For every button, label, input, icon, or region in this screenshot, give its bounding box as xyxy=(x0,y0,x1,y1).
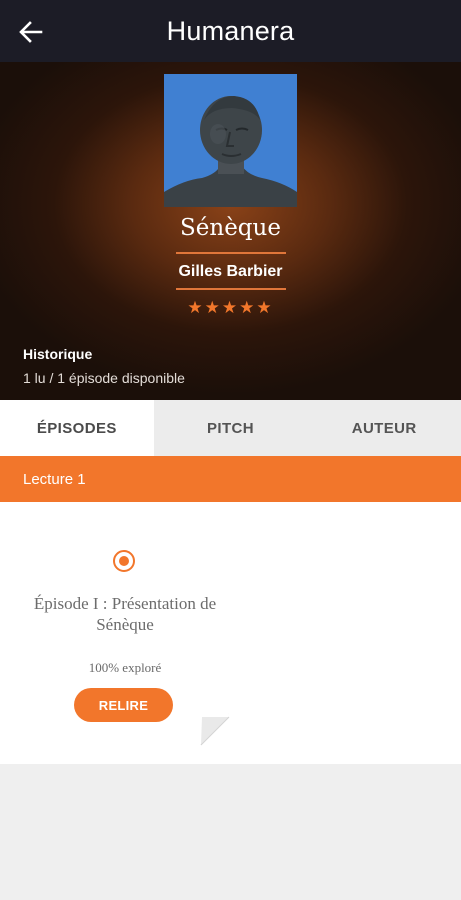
episode-card[interactable]: Épisode I : Présentation de Sénèque 100%… xyxy=(21,517,229,745)
app-bar: Humanera xyxy=(0,0,461,62)
page-fold-icon xyxy=(200,716,230,746)
episode-title: Épisode I : Présentation de Sénèque xyxy=(33,594,217,634)
rating-stars: ★★★★★ xyxy=(187,298,274,317)
history-value: 1 lu / 1 épisode disponible xyxy=(23,370,185,386)
title-divider xyxy=(176,252,286,254)
book-author: Gilles Barbier xyxy=(178,263,283,280)
book-cover-image xyxy=(164,74,297,207)
book-header: Sénèque Gilles Barbier ★★★★★ Historique … xyxy=(0,62,461,400)
section-label: Lecture 1 xyxy=(23,470,86,488)
tab-pitch[interactable]: PITCH xyxy=(154,400,308,456)
relire-button[interactable]: RELIRE xyxy=(74,688,173,722)
history-label: Historique xyxy=(23,346,93,362)
episode-status-icon xyxy=(113,550,135,572)
tab-episodes[interactable]: ÉPISODES xyxy=(0,400,154,456)
arrow-left-icon xyxy=(19,21,43,43)
book-title: Sénèque xyxy=(180,215,281,241)
author-divider xyxy=(176,288,286,290)
episode-progress: 100% exploré xyxy=(88,660,162,675)
back-button[interactable] xyxy=(14,15,48,49)
section-header: Lecture 1 xyxy=(0,456,461,502)
app-title: Humanera xyxy=(166,15,295,46)
tab-bar: ÉPISODES PITCH AUTEUR xyxy=(0,400,461,456)
tab-auteur[interactable]: AUTEUR xyxy=(307,400,461,456)
episodes-list: Épisode I : Présentation de Sénèque 100%… xyxy=(0,502,461,764)
